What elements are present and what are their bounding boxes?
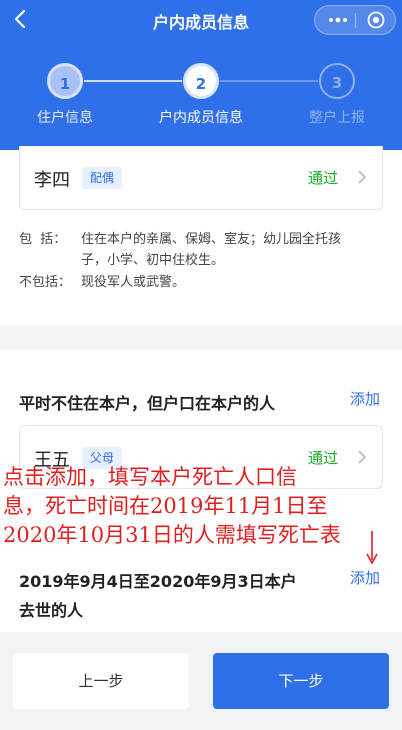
step-connector-1	[84, 80, 182, 82]
annotation-line3: 2020年10月31日的人需填写死亡表	[3, 523, 341, 547]
step-1-circle: 1	[47, 63, 83, 99]
annotation-arrow-icon	[366, 531, 378, 565]
resident-members-card: 李四 配偶 通过 包 括： 住在本户的亲属、保姆、室友；幼儿园全托孩 子，小学、…	[0, 146, 402, 326]
exclude-text: 现役军人或武警。	[81, 275, 186, 290]
status-pass: 通过	[308, 169, 339, 187]
step-2-circle: 2	[183, 63, 219, 99]
status-pass: 通过	[308, 449, 339, 467]
step-connector-2	[220, 80, 318, 82]
capsule-divider	[355, 13, 356, 28]
navbar: 户内成员信息	[0, 0, 402, 38]
chevron-right-icon	[358, 170, 367, 184]
include-text-line1: 住在本户的亲属、保姆、室友；幼儿园全托孩	[81, 232, 342, 247]
step-2-label: 户内成员信息	[159, 110, 243, 126]
header: 户内成员信息 1 2 3 住户信息 户内成员信息 整户上报	[0, 0, 402, 150]
step-3-label: 整户上报	[309, 110, 365, 126]
relation-badge: 配偶	[82, 167, 123, 189]
more-dots-icon[interactable]	[327, 13, 349, 27]
next-step-button[interactable]: 下一步	[213, 653, 389, 709]
annotation-line1: 点击添加，填写本户死亡人口信	[3, 465, 297, 489]
footer-bar: 上一步 下一步	[0, 632, 402, 730]
include-text-line2: 子，小学、初中住校生。	[81, 253, 225, 268]
member-name: 李四	[34, 170, 70, 191]
absent-members-card: 平时不住在本户，但户口在本户的人 添加 王五 父母 通过 2019年9月4日至2…	[0, 350, 402, 632]
mini-program-capsule	[314, 5, 396, 35]
step-3-circle: 3	[319, 63, 355, 99]
step-2-number: 2	[195, 75, 207, 93]
deceased-add-button[interactable]: 添加	[350, 567, 380, 588]
prev-step-button[interactable]: 上一步	[13, 653, 189, 709]
absent-section-title: 平时不住在本户，但户口在本户的人	[19, 394, 276, 413]
exclude-label: 不包括：	[19, 275, 72, 290]
member-row-lisi[interactable]: 李四 配偶 通过	[19, 146, 383, 210]
deceased-section-title-line2: 去世的人	[19, 601, 84, 620]
step-1-number: 1	[59, 75, 71, 93]
step-1-label: 住户信息	[37, 110, 93, 126]
absent-add-button[interactable]: 添加	[350, 388, 380, 409]
target-icon[interactable]	[367, 11, 385, 29]
deceased-section-title-line1: 2019年9月4日至2020年9月3日本户	[19, 572, 297, 591]
step-3-number: 3	[331, 74, 343, 92]
chevron-right-icon	[358, 450, 367, 464]
annotation-line2: 息，死亡时间在2019年11月1日至	[3, 494, 328, 518]
include-label: 包 括：	[19, 232, 67, 247]
